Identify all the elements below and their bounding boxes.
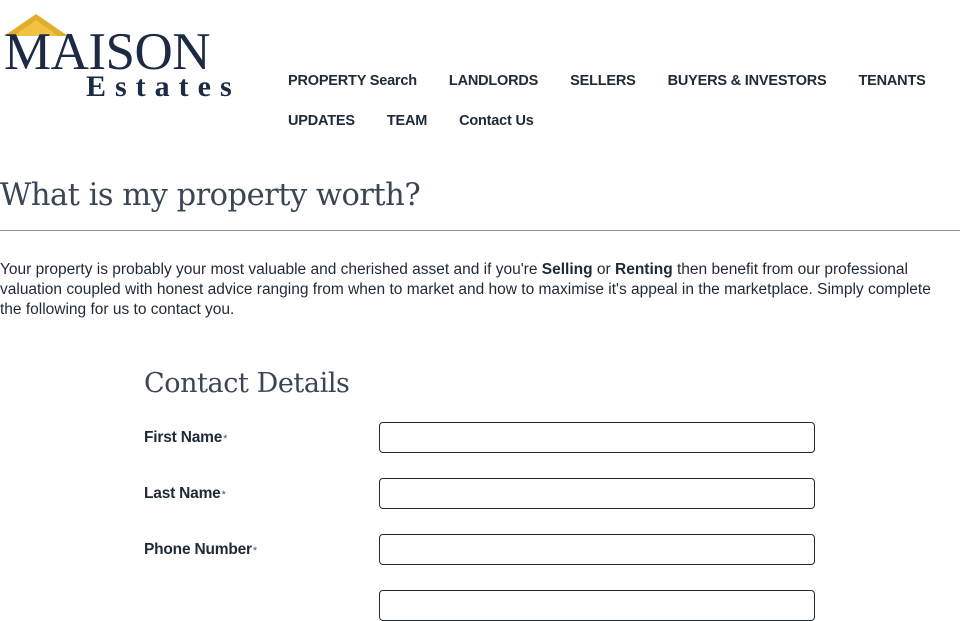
intro-paragraph: Your property is probably your most valu… — [0, 260, 950, 320]
last-name-input[interactable] — [379, 478, 815, 509]
title-divider — [0, 230, 960, 231]
nav-updates[interactable]: UPDATES — [288, 112, 355, 130]
last-name-label: Last Name* — [144, 485, 226, 503]
intro-text-2: or — [592, 261, 615, 278]
nav-buyers-investors[interactable]: BUYERS & INVESTORS — [668, 72, 827, 90]
phone-number-input[interactable] — [379, 534, 815, 565]
intro-text-1: Your property is probably your most valu… — [0, 261, 542, 278]
intro-selling: Selling — [541, 261, 593, 278]
contact-details-heading: Contact Details — [144, 368, 350, 399]
nav-team[interactable]: TEAM — [387, 112, 427, 130]
nav-row-1: PROPERTY Search LANDLORDS SELLERS BUYERS… — [288, 72, 948, 90]
nav-property-search[interactable]: PROPERTY Search — [288, 72, 417, 90]
email-input-partial[interactable] — [379, 590, 815, 621]
required-mark: * — [223, 433, 228, 445]
first-name-label-text: First Name — [144, 429, 223, 446]
site-logo[interactable]: MAISON Estates — [4, 14, 236, 104]
phone-number-label-text: Phone Number — [144, 541, 252, 558]
nav-tenants[interactable]: TENANTS — [859, 72, 926, 90]
main-navigation: PROPERTY Search LANDLORDS SELLERS BUYERS… — [288, 72, 948, 152]
nav-landlords[interactable]: LANDLORDS — [449, 72, 538, 90]
phone-number-label: Phone Number* — [144, 541, 257, 559]
required-mark: * — [252, 545, 257, 557]
last-name-label-text: Last Name — [144, 485, 221, 502]
nav-contact-us[interactable]: Contact Us — [459, 112, 534, 130]
first-name-input[interactable] — [379, 422, 815, 453]
intro-renting: Renting — [615, 261, 673, 278]
first-name-label: First Name* — [144, 429, 227, 447]
nav-row-2: UPDATES TEAM Contact Us — [288, 112, 948, 130]
page-title: What is my property worth? — [0, 178, 421, 213]
nav-sellers[interactable]: SELLERS — [570, 72, 636, 90]
logo-text-estates: Estates — [86, 70, 241, 103]
required-mark: * — [221, 489, 226, 501]
